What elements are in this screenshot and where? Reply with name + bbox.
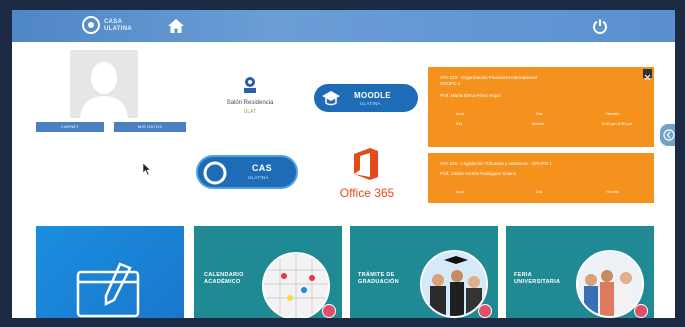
card-tramite-graduacion[interactable]: TRÁMITE DE GRADUACIÓN	[350, 226, 498, 318]
salon-residencia-sub: ULAT	[243, 109, 257, 115]
cas-label: CAS	[252, 163, 272, 173]
course-2-title: ATA-345 - Legislación Tributaria y Aduan…	[440, 161, 552, 166]
graduacion-label: TRÁMITE DE GRADUACIÓN	[358, 272, 399, 285]
office-365-tile[interactable]: Office 365	[312, 140, 422, 210]
course-2-teacher: Prof. Carlos Andrés Rodríguez Solano	[440, 171, 517, 176]
mis-datos-button[interactable]: MIS DATOS	[114, 122, 186, 132]
cas-sub-label: ULATINA	[248, 175, 269, 180]
office-365-label: Office 365	[339, 186, 395, 200]
logo-text: CASA ULATINA	[104, 19, 132, 32]
moodle-label: MOODLE	[354, 91, 391, 100]
feria-label: FERIA UNIVERSITARIA	[514, 272, 561, 285]
form-pen-icon	[76, 262, 140, 318]
cas-ring-icon	[203, 161, 227, 185]
card-tramites-en-linea[interactable]	[36, 226, 184, 318]
residence-icon	[244, 77, 256, 93]
close-icon[interactable]	[643, 69, 652, 81]
top-bar: CASA ULATINA	[12, 10, 675, 42]
moodle-cap-icon	[322, 91, 340, 106]
card-calendario-academico[interactable]: CALENDARIO ACADÉMICO	[194, 226, 342, 318]
moodle-ulatina-button[interactable]: MOODLE ULATINA	[314, 84, 418, 112]
logo-ring-icon	[82, 16, 100, 34]
portal-window: CASA ULATINA CARNET MIS DATOS Salón Resi…	[12, 10, 675, 318]
office-logo-icon	[354, 148, 378, 180]
course-card-1[interactable]: ATA-123 - Organización Financiera Intern…	[428, 67, 654, 147]
power-icon[interactable]	[592, 18, 608, 34]
course-1-title: ATA-123 - Organización Financiera Intern…	[440, 75, 537, 86]
mouse-cursor-icon	[142, 162, 152, 176]
avatar	[70, 50, 138, 118]
course-1-aula: B11	[456, 121, 463, 126]
course-2-header-aula: Aula	[456, 189, 465, 194]
course-1-horario: 6:00 pm-9:50 pm	[602, 121, 633, 126]
carnet-button[interactable]: CARNET	[36, 122, 104, 132]
card-arrow-icon	[322, 304, 336, 318]
moodle-sub-label: ULATINA	[360, 101, 381, 106]
course-card-2[interactable]: ATA-345 - Legislación Tributaria y Aduan…	[428, 153, 654, 203]
calendario-label: CALENDARIO ACADÉMICO	[204, 272, 244, 285]
casa-ulatina-logo[interactable]: CASA ULATINA	[82, 16, 158, 36]
card-arrow-icon	[478, 304, 492, 318]
course-1-dia: Martes	[532, 121, 545, 126]
course-1-header-horario: Horario	[606, 111, 620, 116]
cas-ulatina-button[interactable]: CAS ULATINA	[196, 155, 298, 189]
course-1-teacher: Prof. María Elena Pérez Rojas	[440, 93, 501, 98]
salon-residencia-tile[interactable]: Salón Residencia ULAT	[200, 62, 300, 134]
card-arrow-icon	[634, 304, 648, 318]
course-2-header-dia: Día	[536, 189, 543, 194]
chevron-left-icon	[663, 129, 675, 141]
card-feria-universitaria[interactable]: FERIA UNIVERSITARIA	[506, 226, 654, 318]
user-silhouette-icon	[70, 50, 138, 118]
home-icon[interactable]	[167, 18, 185, 34]
side-panel-toggle[interactable]	[660, 124, 675, 146]
salon-residencia-label: Salón Residencia	[226, 100, 274, 106]
course-1-header-dia: Día	[536, 111, 543, 116]
course-2-header-horario: Horario	[606, 189, 620, 194]
calendar-photo	[262, 252, 330, 318]
course-1-header-aula: Aula	[456, 111, 465, 116]
